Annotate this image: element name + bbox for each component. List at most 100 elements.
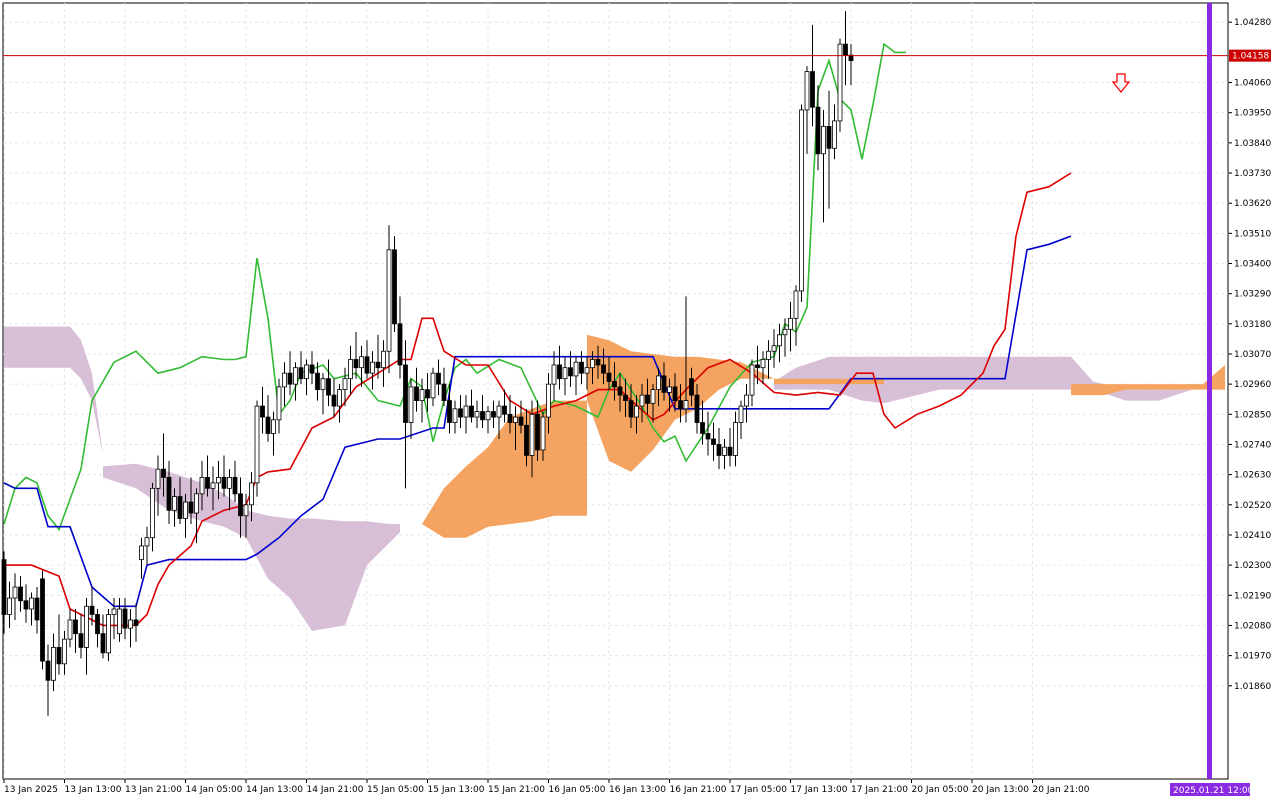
candle-body [89,605,95,615]
y-tick-label: 1.03510 [1234,229,1271,239]
candle-body [458,408,463,418]
candle-body [755,364,760,369]
candle-body [392,249,397,325]
candle-body [232,476,238,495]
y-tick-label: 1.01860 [1234,682,1271,692]
candle-body [375,361,381,369]
candle-body [265,416,271,434]
candle-body [722,446,727,456]
y-tick-label: 1.03950 [1234,109,1271,119]
y-tick-label: 1.02520 [1234,501,1271,511]
x-tick-label: 16 Jan 21:00 [670,785,727,795]
ichimoku-chart[interactable]: 1.04158 2025.01.21 12:00 1.04280 1.04060 1.… [0,0,1280,800]
candle-body [782,328,788,336]
candle-body [12,586,18,599]
candle-body [656,375,661,391]
candle-body [480,411,485,421]
candle-body [51,646,56,681]
candle-body [172,496,177,511]
candle-body [744,394,749,407]
candle-body [188,501,194,514]
x-tick-label: 16 Jan 13:00 [609,785,666,795]
candle-body [485,411,491,421]
x-tick-label: 17 Jan 21:00 [851,785,908,795]
candle-body [1,559,7,615]
candle-body [298,367,304,380]
candle-body [155,468,161,489]
candle-body [766,350,771,360]
candle-body [353,359,359,369]
candle-body [535,413,540,451]
candle-body [452,408,458,423]
candle-body [133,619,139,626]
candle-body [689,378,694,396]
y-tick-label: 1.03620 [1234,199,1271,209]
candle-body [331,394,337,407]
candle-body [370,361,375,374]
x-tick-label: 14 Jan 05:00 [186,785,243,795]
candle-body [447,400,452,423]
candle-body [436,372,441,385]
chart-canvas[interactable]: 1.041582025.01.21 12:00 1.042801.040601.… [0,0,1280,800]
candle-body [177,496,183,519]
candle-body [227,476,232,489]
candle-body [111,608,117,615]
candle-body [700,422,705,434]
candle-body [403,364,408,423]
candle-body [221,476,227,489]
candle-body [254,405,260,484]
x-tick-label: 17 Jan 05:00 [730,785,787,795]
candle-body [128,619,133,629]
candle-body [595,359,601,366]
y-tick-label: 1.03290 [1234,290,1271,300]
candle-body [804,71,810,111]
candle-body [672,386,678,401]
y-tick-label: 1.01970 [1234,652,1271,662]
candle-body [150,487,155,539]
candle-body [661,375,667,393]
candle-body [832,120,837,149]
candle-body [733,422,738,456]
x-tick-label: 13 Jan 21:00 [125,785,182,795]
candle-body [18,586,23,602]
candle-body [309,364,315,374]
candle-body [513,416,518,423]
candle-body [694,394,700,423]
candle-body [843,43,848,56]
candle-body [161,468,166,478]
candle-body [738,405,744,423]
candle-body [40,578,45,662]
candle-body [667,386,672,393]
candle-body [7,597,12,615]
candle-body [95,614,100,635]
kumo-bull-zone [774,378,884,385]
current-price-label: 1.04158 [1232,52,1269,62]
candle-body [205,476,210,489]
candle-body [441,383,447,401]
candle-body [568,367,573,377]
x-tick-label: 20 Jan 21:00 [1033,785,1090,795]
y-tick-label: 1.03840 [1234,139,1271,149]
candle-body [799,109,804,292]
candle-body [282,372,287,388]
y-tick-label: 1.02960 [1234,380,1271,390]
x-tick-label: 14 Jan 21:00 [307,785,364,795]
candle-body [573,361,579,377]
candle-body [304,364,309,380]
candle-body [287,372,293,385]
candle-body [474,411,480,418]
y-tick-label: 1.03070 [1234,350,1271,360]
x-tick-label: 15 Jan 13:00 [428,785,485,795]
candle-body [551,364,557,385]
x-tick-label: 17 Jan 13:00 [791,785,848,795]
candle-body [144,537,150,547]
candle-body [491,411,496,418]
candle-body [122,608,128,629]
candle-body [601,364,606,374]
y-tick-label: 1.02410 [1234,531,1271,541]
candle-body [364,356,370,374]
vertical-time-marker [1207,3,1212,779]
candle-body [67,619,73,640]
candle-body [562,367,568,380]
candle-body [650,389,656,404]
